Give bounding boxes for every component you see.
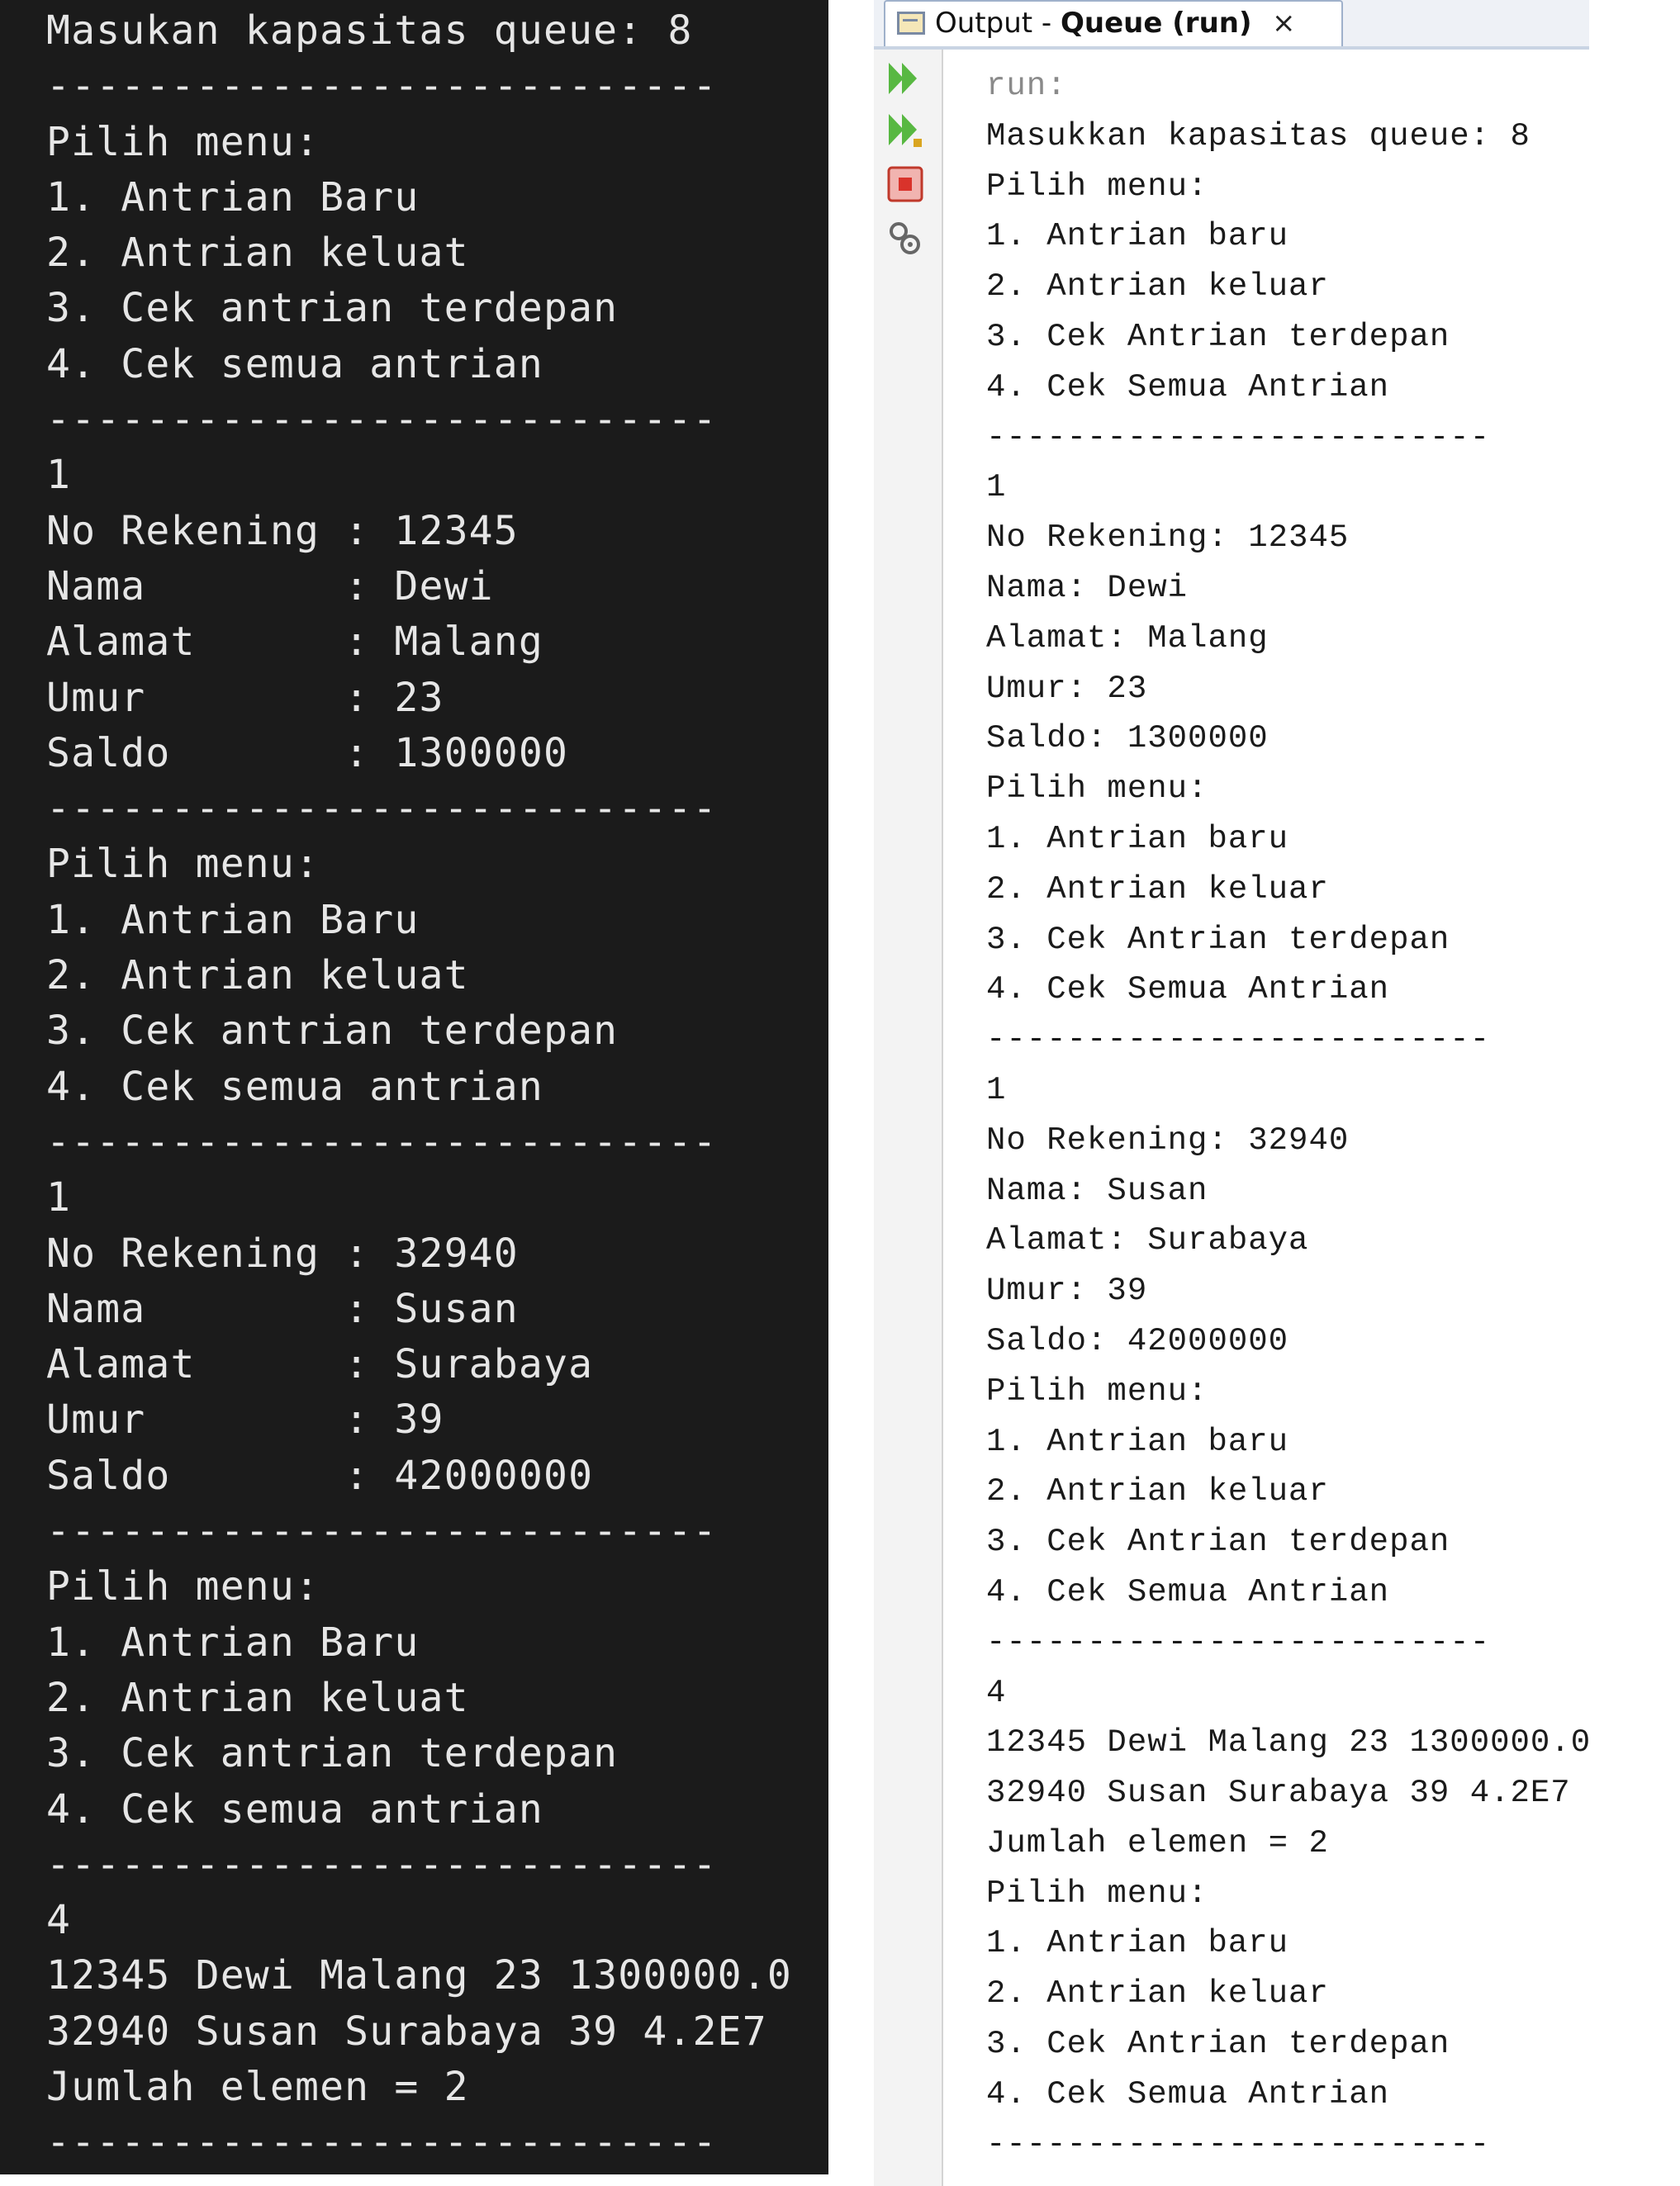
output-line: No Rekening: 32940: [986, 1121, 1350, 1159]
close-tab-icon[interactable]: ×: [1272, 7, 1296, 40]
output-line: run:: [986, 68, 1067, 104]
output-line: 4. Cek Semua Antrian: [986, 971, 1390, 1008]
output-line: 2. Antrian keluar: [986, 268, 1329, 306]
output-line: 1. Antrian baru: [986, 1925, 1289, 1962]
terminal-line: Masukan kapasitas queue: 8: [46, 7, 693, 54]
terminal-line: 1. Antrian Baru: [46, 896, 420, 943]
tab-title-name: Queue (run): [1061, 7, 1252, 40]
tab-output-queue-run[interactable]: Output - Queue (run) ×: [884, 0, 1343, 46]
output-line: 1: [986, 1071, 1007, 1108]
terminal-line: ---------------------------: [46, 2119, 718, 2166]
terminal-line: 32940 Susan Surabaya 39 4.2E7: [46, 2008, 767, 2055]
terminal-line: Nama : Susan: [46, 1285, 519, 1332]
output-line: Nama: Dewi: [986, 569, 1189, 606]
output-line: 1: [986, 469, 1007, 506]
terminal-line: 4. Cek semua antrian: [46, 1785, 543, 1833]
terminal-line: Saldo : 1300000: [46, 729, 569, 776]
output-line: 3. Cek Antrian terdepan: [986, 921, 1450, 958]
tab-strip: Output - Queue (run) ×: [874, 0, 1589, 50]
terminal-line: 2. Antrian keluat: [46, 1674, 469, 1721]
terminal-line: Jumlah elemen = 2: [46, 2063, 469, 2110]
output-line: 12345 Dewi Malang 23 1300000.0: [986, 1724, 1592, 1762]
terminal-line: 1: [46, 1174, 72, 1221]
terminal-line: 4. Cek semua antrian: [46, 1063, 543, 1110]
terminal-line: ---------------------------: [46, 785, 718, 832]
dark-terminal-panel: Masukan kapasitas queue: 8 --------------…: [0, 0, 828, 2174]
terminal-line: 1. Antrian Baru: [46, 1619, 420, 1666]
terminal-line: 4: [46, 1897, 72, 1944]
output-line: -------------------------: [986, 419, 1491, 456]
output-line: 4. Cek Semua Antrian: [986, 1573, 1390, 1610]
output-line: -------------------------: [986, 1624, 1491, 1661]
terminal-line: Nama : Dewi: [46, 562, 494, 609]
terminal-line: No Rekening : 32940: [46, 1230, 519, 1277]
terminal-line: ---------------------------: [46, 1118, 718, 1165]
output-line: Umur: 23: [986, 670, 1148, 707]
output-line: -------------------------: [986, 2126, 1491, 2163]
output-line: Alamat: Surabaya: [986, 1222, 1309, 1259]
output-line: No Rekening: 12345: [986, 519, 1350, 557]
output-line: 2. Antrian keluar: [986, 1975, 1329, 2013]
terminal-output: Masukan kapasitas queue: 8 --------------…: [46, 3, 792, 2171]
terminal-line: 12345 Dewi Malang 23 1300000.0: [46, 1952, 792, 1999]
rerun-icon[interactable]: [884, 58, 927, 99]
terminal-line: 4. Cek semua antrian: [46, 340, 543, 387]
terminal-line: ---------------------------: [46, 63, 718, 110]
terminal-line: Alamat : Malang: [46, 619, 543, 666]
terminal-line: Alamat : Surabaya: [46, 1341, 594, 1388]
terminal-line: Saldo : 42000000: [46, 1452, 594, 1499]
output-line: 2. Antrian keluar: [986, 1473, 1329, 1510]
output-line: Pilih menu:: [986, 168, 1208, 205]
output-text: run: Masukkan kapasitas queue: 8 Pilih men…: [986, 61, 1591, 2169]
terminal-line: 2. Antrian keluat: [46, 952, 469, 999]
terminal-line: Umur : 39: [46, 1396, 444, 1444]
output-line: Umur: 39: [986, 1273, 1148, 1310]
output-line: 4: [986, 1674, 1007, 1711]
terminal-line: ---------------------------: [46, 1841, 718, 1888]
output-toolbar: [874, 50, 943, 2186]
terminal-line: Umur : 23: [46, 674, 444, 721]
terminal-line: 1: [46, 452, 72, 499]
output-line: Alamat: Malang: [986, 619, 1269, 657]
output-line: 1. Antrian baru: [986, 820, 1289, 857]
terminal-line: 3. Cek antrian terdepan: [46, 1008, 619, 1055]
terminal-line: 3. Cek antrian terdepan: [46, 1730, 619, 1777]
tab-title-prefix: Output -: [935, 7, 1061, 40]
output-line: 4. Cek Semua Antrian: [986, 368, 1390, 405]
tab-title: Output - Queue (run): [935, 7, 1252, 40]
output-line: 3. Cek Antrian terdepan: [986, 318, 1450, 355]
output-line: Saldo: 1300000: [986, 720, 1269, 757]
output-line: 32940 Susan Surabaya 39 4.2E7: [986, 1775, 1571, 1812]
terminal-line: 2. Antrian keluat: [46, 230, 469, 277]
output-line: 4. Cek Semua Antrian: [986, 2075, 1390, 2113]
terminal-line: ---------------------------: [46, 1508, 718, 1555]
terminal-line: Pilih menu:: [46, 841, 320, 888]
output-line: 2. Antrian keluar: [986, 870, 1329, 908]
output-line: 1. Antrian baru: [986, 1423, 1289, 1460]
output-line: Pilih menu:: [986, 1875, 1208, 1912]
output-line: Pilih menu:: [986, 1373, 1208, 1410]
output-line: 1. Antrian baru: [986, 218, 1289, 255]
output-line: 3. Cek Antrian terdepan: [986, 1524, 1450, 1561]
terminal-line: 1. Antrian Baru: [46, 173, 420, 220]
terminal-line: Pilih menu:: [46, 118, 320, 165]
output-line: Nama: Susan: [986, 1172, 1208, 1209]
terminal-line: ---------------------------: [46, 396, 718, 443]
output-line: -------------------------: [986, 1022, 1491, 1059]
output-line: Masukkan kapasitas queue: 8: [986, 117, 1531, 154]
output-line: Jumlah elemen = 2: [986, 1824, 1329, 1861]
output-line: Pilih menu:: [986, 771, 1208, 808]
terminal-line: No Rekening : 12345: [46, 507, 519, 554]
output-line: Saldo: 42000000: [986, 1322, 1289, 1359]
console-window-icon: [897, 12, 925, 35]
stop-icon[interactable]: [884, 164, 927, 205]
terminal-line: 3. Cek antrian terdepan: [46, 285, 619, 332]
output-line: 3. Cek Antrian terdepan: [986, 2026, 1450, 2063]
rerun-with-options-icon[interactable]: [884, 109, 927, 150]
settings-icon[interactable]: [884, 218, 927, 259]
terminal-line: Pilih menu:: [46, 1563, 320, 1610]
